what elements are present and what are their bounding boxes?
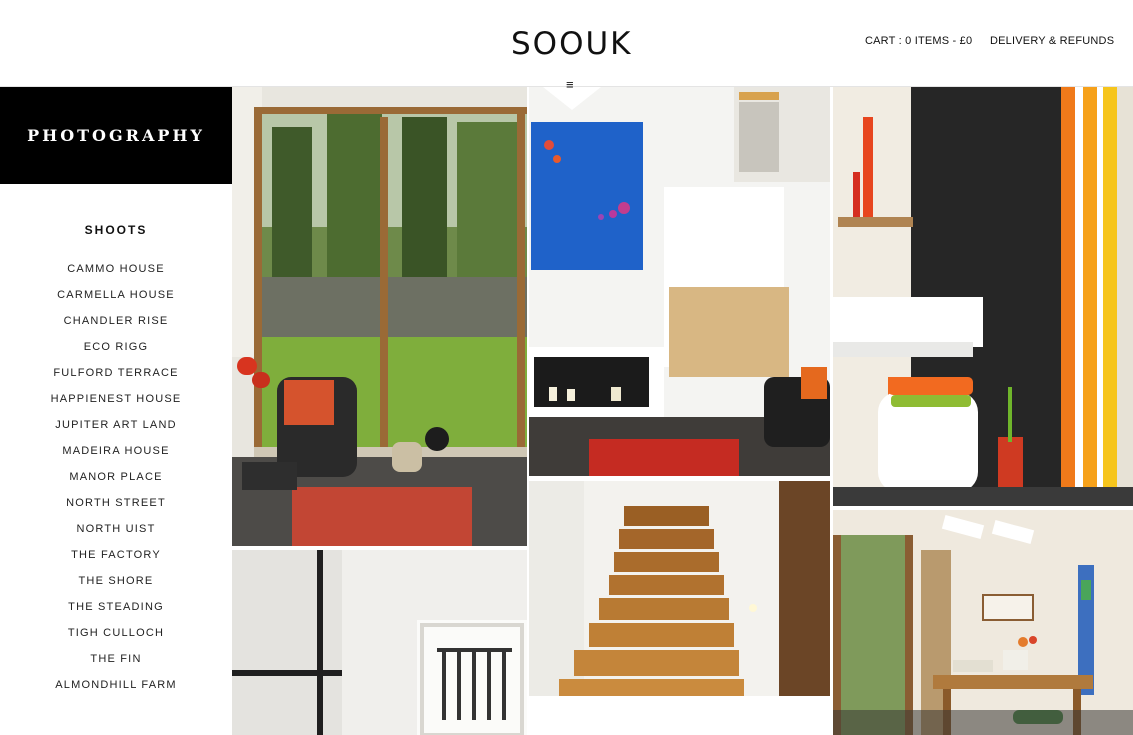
shoot-list: CAMMO HOUSE CARMELLA HOUSE CHANDLER RISE… (0, 256, 232, 698)
staircase-railing-photo[interactable] (232, 550, 527, 735)
shoot-link-the-steading[interactable]: THE STEADING (0, 594, 232, 620)
shoot-link-madeira-house[interactable]: MADEIRA HOUSE (0, 438, 232, 464)
cart-link[interactable]: CART : 0 ITEMS - £0 (865, 35, 972, 47)
shoot-link-carmella-house[interactable]: CARMELLA HOUSE (0, 282, 232, 308)
shoot-link-the-factory[interactable]: THE FACTORY (0, 542, 232, 568)
shoots-heading: SHOOTS (84, 223, 148, 237)
site-logo[interactable]: SOOUK (511, 26, 633, 62)
site-header: SOOUK CART : 0 ITEMS - £0 DELIVERY & REF… (0, 0, 1133, 87)
shoot-link-north-street[interactable]: NORTH STREET (0, 490, 232, 516)
shoot-link-chandler-rise[interactable]: CHANDLER RISE (0, 308, 232, 334)
shoot-link-almondhill-farm[interactable]: ALMONDHILL FARM (0, 672, 232, 698)
delivery-refunds-link[interactable]: DELIVERY & REFUNDS (990, 35, 1114, 47)
shoot-link-happienest-house[interactable]: HAPPIENEST HOUSE (0, 386, 232, 412)
wooden-stairs-photo[interactable] (529, 481, 830, 696)
shoot-link-the-shore[interactable]: THE SHORE (0, 568, 232, 594)
bathroom-orange-stripes-photo[interactable] (833, 87, 1133, 506)
shoot-link-the-fin[interactable]: THE FIN (0, 646, 232, 672)
hamburger-menu-icon[interactable]: ≡ (566, 78, 578, 91)
shoot-link-fulford-terrace[interactable]: FULFORD TERRACE (0, 360, 232, 386)
fireplace-blue-art-photo[interactable] (529, 87, 830, 476)
sidebar: PHOTOGRAPHY SHOOTS CAMMO HOUSE CARMELLA … (0, 87, 232, 735)
shoot-link-cammo-house[interactable]: CAMMO HOUSE (0, 256, 232, 282)
dining-room-photo[interactable] (833, 510, 1133, 735)
shoot-link-tigh-culloch[interactable]: TIGH CULLOCH (0, 620, 232, 646)
shoot-link-north-uist[interactable]: NORTH UIST (0, 516, 232, 542)
shoot-link-manor-place[interactable]: MANOR PLACE (0, 464, 232, 490)
living-room-window-photo[interactable] (232, 87, 527, 546)
shoot-link-jupiter-art-land[interactable]: JUPITER ART LAND (0, 412, 232, 438)
shoot-link-eco-rigg[interactable]: ECO RIGG (0, 334, 232, 360)
section-title: PHOTOGRAPHY (0, 87, 232, 184)
